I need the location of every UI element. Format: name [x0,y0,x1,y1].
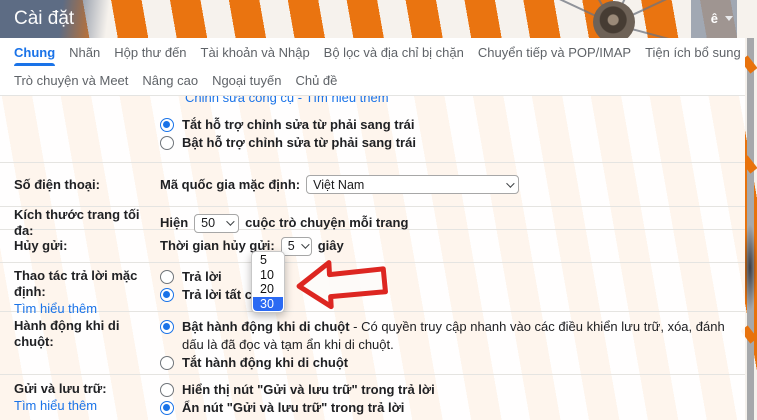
reply-radio-group: Trả lời Trả lời tất cả [160,268,745,318]
hover-actions-label: Hành động khi di chuột: [14,318,160,374]
send-archive-label-cell: Gửi và lưu trữ: Tìm hiểu thêm [14,381,160,417]
tab-chuyen-tiep-pop-imap[interactable]: Chuyển tiếp và POP/IMAP [478,38,631,66]
page-size-select-value: 50 [201,216,215,230]
tab-tai-khoan-va-nhap[interactable]: Tài khoản và Nhập [201,38,310,66]
red-arrow-annotation [295,256,390,313]
rtl-off-label: Tắt hỗ trợ chỉnh sửa từ phải sang trái [182,116,414,134]
hover-off-option[interactable]: Tắt hành động khi di chuột [160,354,745,372]
radio-unselected-icon[interactable] [160,383,174,397]
radio-unselected-icon[interactable] [160,136,174,150]
theme-photo-detail [743,225,757,310]
tab-chung[interactable]: Chung [14,38,55,66]
radio-unselected-icon[interactable] [160,356,174,370]
page-size-suffix: cuộc trò chuyện mỗi trang [245,215,408,231]
show-send-archive-label: Hiển thị nút "Gửi và lưu trữ" trong trả … [182,381,435,399]
rtl-on-label: Bật hỗ trợ chỉnh sửa từ phải sang trái [182,134,416,152]
radio-selected-icon[interactable] [160,118,174,132]
undo-send-dropdown-menu: 5 10 20 30 [251,251,285,313]
tab-row-2: Trò chuyện và Meet Nâng cao Ngoại tuyến … [14,66,745,95]
page-size-setting-row: Kích thước trang tối đa: Hiện 50 cuộc tr… [0,207,745,229]
profile-label: ê [711,11,718,26]
dropdown-option-10[interactable]: 10 [253,268,283,283]
undo-send-label: Hủy gửi: [14,238,160,254]
dropdown-option-5[interactable]: 5 [253,253,283,268]
radio-selected-icon[interactable] [160,320,174,334]
settings-tabs: Chung Nhãn Hộp thư đến Tài khoản và Nhập… [0,38,745,96]
reply-option-label: Trả lời [182,268,222,286]
settings-panel: Chung Nhãn Hộp thư đến Tài khoản và Nhập… [0,38,745,420]
hover-off-label: Tắt hành động khi di chuột [182,354,348,372]
chevron-down-icon [725,16,733,21]
show-send-archive-option[interactable]: Hiển thị nút "Gửi và lưu trữ" trong trả … [160,381,745,399]
settings-content: Chỉnh sửa công cụ - Tìm hiểu thêm Tắt hỗ… [0,96,745,419]
radio-unselected-icon[interactable] [160,270,174,284]
country-code-label: Mã quốc gia mặc định: [160,177,300,193]
phone-controls: Mã quốc gia mặc định: Việt Nam [160,175,745,194]
tab-hop-thu-den[interactable]: Hộp thư đến [114,38,186,66]
page-title: Cài đặt [14,8,74,30]
radio-selected-icon[interactable] [160,401,174,415]
input-tools-link[interactable]: Chỉnh sửa công cụ - Tìm hiểu thêm [185,96,745,105]
tab-nhan[interactable]: Nhãn [69,38,100,66]
send-archive-label: Gửi và lưu trữ: [14,381,160,397]
radio-selected-icon[interactable] [160,288,174,302]
reply-all-option[interactable]: Trả lời tất cả [160,286,745,304]
undo-send-controls: Thời gian hủy gửi: 5 giây [160,237,745,256]
umbrella-hub [593,1,635,38]
header-profile-button[interactable]: ê [711,11,733,26]
reply-all-option-label: Trả lời tất cả [182,286,259,304]
send-archive-learn-more-link[interactable]: Tìm hiểu thêm [14,398,97,413]
hide-send-archive-option[interactable]: Ẩn nút "Gửi và lưu trữ" trong trả lời [160,399,745,417]
hover-on-label: Bật hành động khi di chuột [182,319,350,334]
hover-radio-group: Bật hành động khi di chuột - Có quyền tr… [160,318,745,374]
settings-header: Cài đặt ê [0,0,757,38]
reply-label-cell: Thao tác trả lời mặc định: Tìm hiểu thêm [14,268,160,318]
tab-chu-de[interactable]: Chủ đề [295,66,337,95]
rtl-option-off[interactable]: Tắt hỗ trợ chỉnh sửa từ phải sang trái [160,116,745,134]
send-archive-radio-group: Hiển thị nút "Gửi và lưu trữ" trong trả … [160,381,745,417]
tab-tien-ich-bo-sung[interactable]: Tiện ích bổ sung [645,38,741,66]
dropdown-option-20[interactable]: 20 [253,282,283,297]
reply-label: Thao tác trả lời mặc định: [14,268,160,300]
hover-on-option[interactable]: Bật hành động khi di chuột - Có quyền tr… [160,318,745,354]
reply-option[interactable]: Trả lời [160,268,745,286]
undo-send-select-value: 5 [288,239,295,253]
tab-bo-loc[interactable]: Bộ lọc và địa chỉ bị chặn [324,38,464,66]
phone-setting-row: Số điện thoại: Mã quốc gia mặc định: Việ… [0,163,745,206]
rtl-radio-group: Tắt hỗ trợ chỉnh sửa từ phải sang trái B… [160,116,745,152]
page-size-controls: Hiện 50 cuộc trò chuyện mỗi trang [160,214,745,233]
page-size-prefix: Hiện [160,215,188,231]
hover-actions-setting-row: Hành động khi di chuột: Bật hành động kh… [0,312,745,374]
page-size-select[interactable]: 50 [194,214,239,233]
chevron-down-icon [301,240,309,248]
chevron-down-icon [226,217,234,225]
edit-tools-link[interactable]: Chỉnh sửa công cụ - Tìm hiểu thêm [185,96,389,105]
chevron-down-icon [506,179,514,187]
undo-send-select[interactable]: 5 [281,237,312,256]
reply-learn-more-link[interactable]: Tìm hiểu thêm [14,301,97,316]
tab-tro-chuyen-va-meet[interactable]: Trò chuyện và Meet [14,66,128,95]
page-size-label: Kích thước trang tối đa: [14,207,160,239]
tab-row-1: Chung Nhãn Hộp thư đến Tài khoản và Nhập… [14,38,745,66]
undo-send-suffix: giây [318,238,344,254]
dropdown-option-30[interactable]: 30 [253,297,283,312]
tab-nang-cao[interactable]: Nâng cao [142,66,198,95]
rtl-option-on[interactable]: Bật hỗ trợ chỉnh sửa từ phải sang trái [160,134,745,152]
rtl-setting-block: Chỉnh sửa công cụ - Tìm hiểu thêm Tắt hỗ… [0,96,745,162]
phone-label: Số điện thoại: [14,177,160,193]
send-archive-setting-row: Gửi và lưu trữ: Tìm hiểu thêm Hiển thị n… [0,375,745,417]
country-select-value: Việt Nam [313,178,364,192]
tab-ngoai-tuyen[interactable]: Ngoại tuyến [212,66,281,95]
country-select[interactable]: Việt Nam [306,175,519,194]
hide-send-archive-label: Ẩn nút "Gửi và lưu trữ" trong trả lời [182,399,404,417]
